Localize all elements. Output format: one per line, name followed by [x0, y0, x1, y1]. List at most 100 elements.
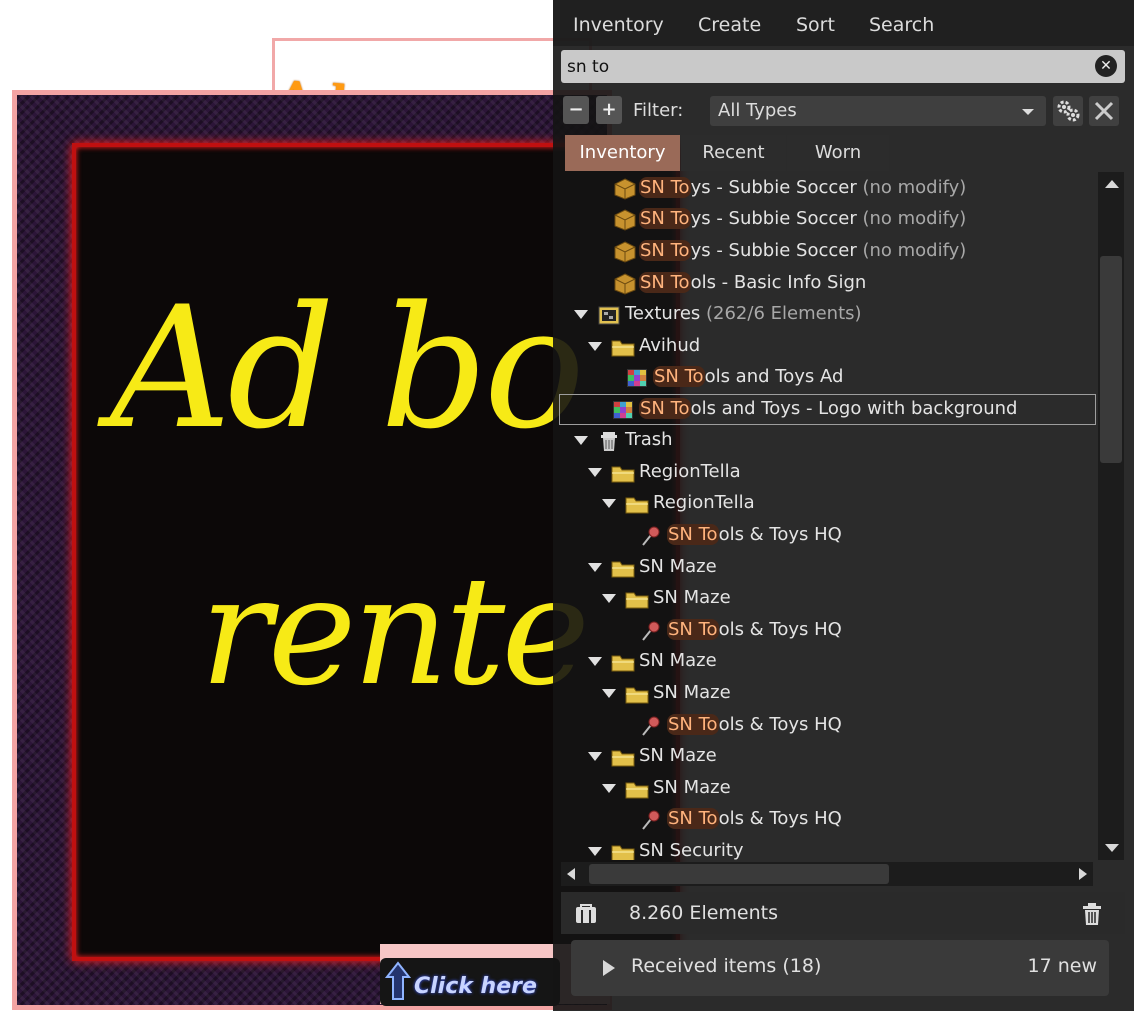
- close-filter-button[interactable]: [1089, 96, 1119, 126]
- menu-sort[interactable]: Sort: [796, 14, 835, 36]
- scroll-left-icon[interactable]: [567, 868, 575, 880]
- tree-item[interactable]: SN Toys - Subbie Soccer (no modify): [559, 204, 1096, 235]
- tree-item[interactable]: SN Tools & Toys HQ: [559, 804, 1096, 835]
- trash-icon[interactable]: [1081, 902, 1103, 926]
- item-name: ols and Toys Ad: [704, 366, 844, 387]
- tree-item-selected[interactable]: SN Tools and Toys - Logo with background: [559, 394, 1096, 425]
- tree-folder[interactable]: SN Maze: [559, 646, 1096, 677]
- up-arrow-icon: [385, 961, 411, 1000]
- expand-arrow-icon[interactable]: [588, 752, 602, 761]
- tree-item[interactable]: SN Toys - Subbie Soccer (no modify): [559, 173, 1096, 204]
- landmark-icon: [642, 716, 660, 736]
- item-name: ols & Toys HQ: [718, 619, 842, 640]
- item-name: ols & Toys HQ: [718, 808, 842, 829]
- filter-label: Filter:: [633, 100, 684, 121]
- expand-arrow-icon[interactable]: [588, 847, 602, 856]
- scroll-down-icon[interactable]: [1105, 844, 1119, 852]
- search-match: SN To: [667, 808, 719, 829]
- folder-name: SN Maze: [653, 587, 731, 608]
- folder-name: SN Maze: [653, 777, 731, 798]
- search-match: SN To: [667, 619, 719, 640]
- expand-arrow-icon[interactable]: [574, 436, 588, 445]
- vertical-scrollbar[interactable]: [1098, 172, 1124, 860]
- tab-inventory[interactable]: Inventory: [565, 135, 680, 171]
- tab-worn[interactable]: Worn: [787, 135, 889, 171]
- ad-board-text-line2: rente: [200, 545, 590, 719]
- expand-arrow-icon[interactable]: [602, 784, 616, 793]
- expand-arrow-icon[interactable]: [588, 342, 602, 351]
- expand-arrow-icon[interactable]: [602, 499, 616, 508]
- tab-recent[interactable]: Recent: [681, 135, 786, 171]
- scroll-up-icon[interactable]: [1105, 180, 1119, 188]
- tree-folder[interactable]: RegionTella: [559, 457, 1096, 488]
- item-suffix: (no modify): [856, 208, 967, 229]
- received-items-button[interactable]: Received items (18) 17 new: [571, 940, 1109, 996]
- status-bar: 8.260 Elements: [561, 892, 1125, 934]
- expand-arrow-icon[interactable]: [588, 563, 602, 572]
- folder-icon: [611, 655, 635, 672]
- clear-search-icon[interactable]: ✕: [1095, 55, 1117, 77]
- received-items-label: Received items (18): [631, 955, 822, 977]
- filter-type-dropdown[interactable]: All Types: [710, 96, 1046, 126]
- inventory-tree: SN Toys - Subbie Soccer (no modify) SN T…: [559, 172, 1096, 860]
- folder-name: SN Maze: [639, 556, 717, 577]
- tree-folder[interactable]: SN Maze: [559, 678, 1096, 709]
- tree-folder[interactable]: RegionTella: [559, 488, 1096, 519]
- tree-folder-trash[interactable]: Trash: [559, 425, 1096, 456]
- expand-arrow-icon[interactable]: [588, 468, 602, 477]
- expand-arrow-icon[interactable]: [574, 310, 588, 319]
- folder-name: SN Security: [639, 840, 744, 860]
- tree-folder[interactable]: SN Maze: [559, 583, 1096, 614]
- tree-item[interactable]: SN Tools & Toys HQ: [559, 710, 1096, 741]
- gear-options-button[interactable]: [1053, 96, 1083, 126]
- folder-icon: [625, 497, 649, 514]
- menu-inventory[interactable]: Inventory: [573, 14, 664, 36]
- scroll-right-icon[interactable]: [1079, 868, 1087, 880]
- item-suffix: (no modify): [856, 240, 967, 261]
- tree-item[interactable]: SN Tools - Basic Info Sign: [559, 268, 1096, 299]
- folder-name: SN Maze: [639, 650, 717, 671]
- menu-create[interactable]: Create: [698, 14, 761, 36]
- expand-right-icon: [603, 960, 615, 976]
- tree-folder[interactable]: SN Security: [559, 836, 1096, 860]
- tree-folder[interactable]: Avihud: [559, 331, 1096, 362]
- menu-search[interactable]: Search: [869, 14, 934, 36]
- folder-icon: [611, 466, 635, 483]
- horizontal-scroll-thumb[interactable]: [589, 864, 889, 884]
- object-box-icon: [614, 209, 636, 231]
- folder-icon: [611, 561, 635, 578]
- item-count: 8.260 Elements: [629, 902, 778, 924]
- collapse-all-button[interactable]: −: [563, 96, 589, 124]
- search-match: SN To: [653, 366, 705, 387]
- tree-folder[interactable]: SN Maze: [559, 773, 1096, 804]
- tree-item[interactable]: SN Tools & Toys HQ: [559, 520, 1096, 551]
- tree-item[interactable]: SN Toys - Subbie Soccer (no modify): [559, 236, 1096, 267]
- expand-arrow-icon[interactable]: [588, 657, 602, 666]
- inventory-panel: Inventory Create Sort Search sn to ✕ − +…: [553, 0, 1134, 1011]
- scroll-thumb[interactable]: [1100, 256, 1122, 463]
- expand-arrow-icon[interactable]: [602, 689, 616, 698]
- expand-arrow-icon[interactable]: [602, 594, 616, 603]
- folder-name: SN Maze: [639, 745, 717, 766]
- horizontal-scrollbar[interactable]: [561, 862, 1093, 886]
- tree-item[interactable]: SN Tools & Toys HQ: [559, 615, 1096, 646]
- trash-folder-icon: [601, 432, 617, 451]
- search-match: SN To: [639, 208, 691, 229]
- folder-icon: [625, 592, 649, 609]
- folder-name: RegionTella: [653, 492, 755, 513]
- folder-name: RegionTella: [639, 461, 741, 482]
- search-input[interactable]: sn to ✕: [561, 50, 1125, 83]
- object-box-icon: [614, 178, 636, 200]
- tree-folder[interactable]: SN Maze: [559, 552, 1096, 583]
- tree-item[interactable]: SN Tools and Toys Ad: [559, 362, 1096, 393]
- expand-all-button[interactable]: +: [596, 96, 622, 124]
- item-name: ols & Toys HQ: [718, 524, 842, 545]
- tree-folder[interactable]: SN Maze: [559, 741, 1096, 772]
- close-icon: [1094, 101, 1114, 121]
- tree-folder-textures[interactable]: Textures (262/6 Elements): [559, 299, 1096, 330]
- folder-count: (262/6 Elements): [700, 303, 862, 324]
- item-name: ols and Toys - Logo with background: [690, 398, 1018, 419]
- item-name: ys - Subbie Soccer: [690, 240, 857, 261]
- gear-icon: [1057, 100, 1080, 122]
- texture-icon: [627, 369, 647, 387]
